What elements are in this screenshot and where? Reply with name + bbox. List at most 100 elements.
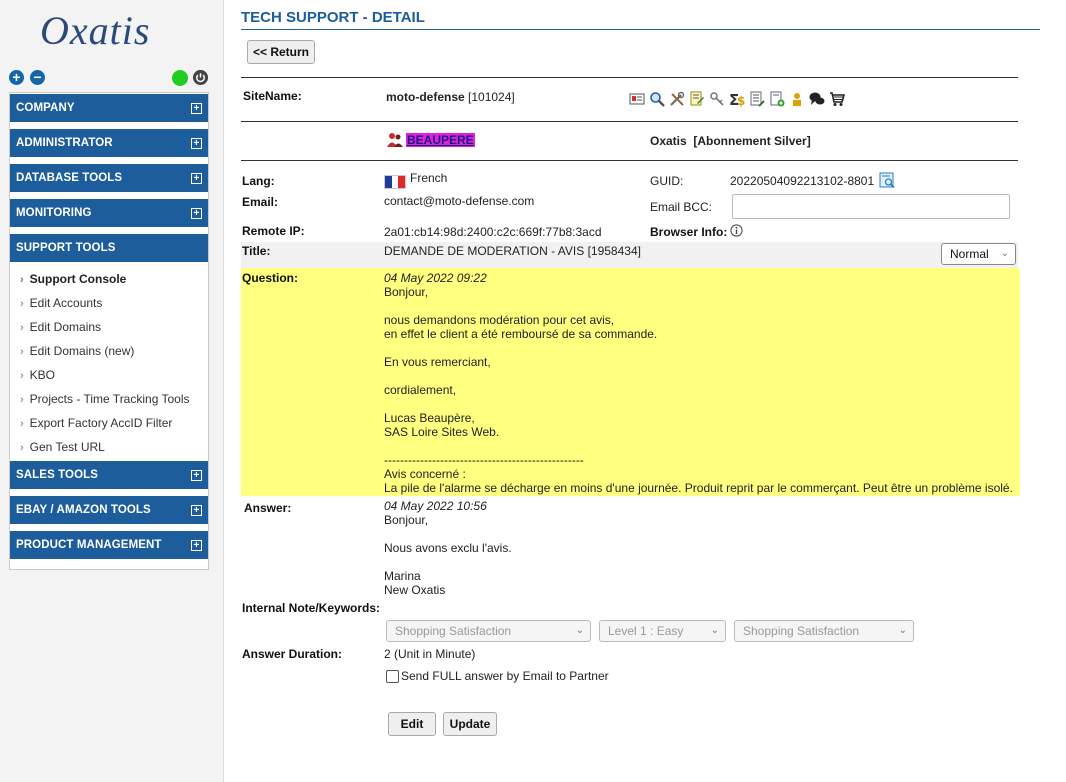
submenu-label: Projects - Time Tracking Tools: [29, 392, 190, 406]
menu-database-tools[interactable]: DATABASE TOOLS +: [10, 164, 208, 192]
menu-administrator-label: ADMINISTRATOR: [16, 137, 113, 149]
category-select[interactable]: Shopping Satisfaction ⌄: [386, 620, 591, 642]
expand-icon[interactable]: +: [191, 470, 202, 481]
power-icon[interactable]: [193, 70, 208, 85]
menu-ebay-amazon-label: EBAY / AMAZON TOOLS: [16, 504, 151, 516]
menu-monitoring[interactable]: MONITORING +: [10, 199, 208, 227]
contact-card-icon[interactable]: [629, 91, 645, 107]
question-label: Question:: [242, 271, 298, 285]
submenu-gen-test-url[interactable]: › Gen Test URL: [20, 439, 105, 455]
lang-label: Lang:: [242, 174, 275, 188]
menu-company[interactable]: COMPANY +: [10, 94, 208, 122]
user-award-icon[interactable]: [789, 91, 805, 107]
info-icon[interactable]: [730, 224, 743, 237]
question-line: Lucas Beaupère,: [384, 411, 475, 425]
chevron-down-icon: ⌄: [575, 625, 584, 636]
question-date: 04 May 2022 09:22: [384, 271, 487, 285]
priority-value: Normal: [950, 247, 989, 261]
subcategory-select[interactable]: Shopping Satisfaction ⌄: [734, 620, 914, 642]
sidebar-menu: COMPANY + ADMINISTRATOR + DATABASE TOOLS + …: [9, 92, 209, 570]
level-select[interactable]: Level 1 : Easy ⌄: [599, 620, 726, 642]
menu-sales-tools-label: SALES TOOLS: [16, 469, 99, 481]
title-label: Title:: [242, 244, 271, 258]
divider: [241, 160, 1018, 161]
submenu-support-console[interactable]: › Support Console: [20, 271, 126, 287]
submenu-projects[interactable]: › Projects - Time Tracking Tools: [20, 391, 190, 407]
sidebar: Oxatis + − COMPANY + ADMINISTRATOR + DATAB…: [0, 0, 224, 782]
document-add-icon[interactable]: [769, 91, 785, 107]
subcategory-value: Shopping Satisfaction: [743, 624, 860, 638]
submenu-label: Edit Domains: [29, 320, 102, 334]
sum-dollar-icon[interactable]: Σ$: [729, 91, 745, 107]
email-label: Email:: [242, 195, 279, 209]
browser-info-label: Browser Info:: [650, 225, 728, 239]
key-search-icon[interactable]: [709, 91, 725, 107]
logo-text: Oxatis: [40, 8, 150, 53]
question-line: en effet le client a été remboursé de sa…: [384, 327, 658, 341]
guid-value: 20220504092213102-8801: [730, 174, 875, 188]
return-button[interactable]: << Return: [247, 40, 315, 64]
menu-database-tools-label: DATABASE TOOLS: [16, 172, 123, 184]
menu-ebay-amazon[interactable]: EBAY / AMAZON TOOLS +: [10, 496, 208, 524]
expand-icon[interactable]: +: [191, 505, 202, 516]
expand-icon[interactable]: +: [191, 208, 202, 219]
guid-label: GUID:: [650, 174, 684, 188]
company-name: Oxatis: [650, 134, 687, 148]
divider: [241, 77, 1018, 78]
answer-duration-value: 2 (Unit in Minute): [384, 647, 476, 661]
edit-button[interactable]: Edit: [388, 712, 436, 736]
submenu-edit-accounts[interactable]: › Edit Accounts: [20, 295, 102, 311]
document-list-icon[interactable]: [749, 91, 765, 107]
expand-icon[interactable]: +: [191, 138, 202, 149]
menu-company-label: COMPANY: [16, 102, 75, 114]
submenu-edit-domains[interactable]: › Edit Domains: [20, 319, 101, 335]
chevron-right-icon: ›: [20, 298, 24, 310]
menu-support-tools[interactable]: SUPPORT TOOLS: [10, 234, 208, 262]
priority-select[interactable]: Normal ⌄: [941, 243, 1016, 265]
send-full-answer-label: Send FULL answer by Email to Partner: [401, 669, 609, 683]
chevron-right-icon: ›: [20, 322, 24, 334]
submenu-label: Support Console: [29, 272, 127, 286]
document-edit-icon[interactable]: [689, 91, 705, 107]
menu-product-management-label: PRODUCT MANAGEMENT: [16, 539, 162, 551]
cart-icon[interactable]: [829, 91, 845, 107]
submenu-export-factory[interactable]: › Export Factory AccID Filter: [20, 415, 172, 431]
lang-value: French: [410, 171, 448, 185]
guid-details-icon[interactable]: [879, 172, 896, 189]
sitename-label: SiteName:: [243, 89, 302, 103]
menu-administrator[interactable]: ADMINISTRATOR +: [10, 129, 208, 157]
menu-monitoring-label: MONITORING: [16, 207, 92, 219]
chevron-right-icon: ›: [20, 370, 24, 382]
collapse-all-icon[interactable]: −: [30, 70, 45, 85]
question-section: [241, 268, 1020, 496]
chevron-right-icon: ›: [20, 442, 24, 454]
expand-all-icon[interactable]: +: [9, 70, 24, 85]
send-full-answer-checkbox[interactable]: [386, 670, 399, 683]
remote-ip-value: 2a01:cb14:98d:2400:c2c:669f:77b8:3acd: [384, 225, 602, 239]
expand-icon[interactable]: +: [191, 103, 202, 114]
internal-note-label: Internal Note/Keywords:: [242, 601, 381, 615]
search-icon[interactable]: [649, 91, 665, 107]
submenu-kbo[interactable]: › KBO: [20, 367, 55, 383]
divider: [241, 121, 1018, 122]
submenu-label: Edit Domains (new): [29, 344, 135, 358]
email-value: contact@moto-defense.com: [384, 194, 535, 208]
submenu-edit-domains-new[interactable]: › Edit Domains (new): [20, 343, 134, 359]
oxatis-logo[interactable]: Oxatis: [38, 8, 183, 56]
submenu-label: KBO: [29, 368, 56, 382]
submenu-label: Export Factory AccID Filter: [29, 416, 173, 430]
title-value: DEMANDE DE MODERATION - AVIS [1958434]: [384, 244, 641, 258]
expand-icon[interactable]: +: [191, 540, 202, 551]
menu-support-tools-label: SUPPORT TOOLS: [16, 242, 116, 254]
submenu-label: Edit Accounts: [29, 296, 103, 310]
tools-icon[interactable]: [669, 91, 685, 107]
menu-product-management[interactable]: PRODUCT MANAGEMENT +: [10, 531, 208, 559]
status-online-icon: [172, 70, 188, 86]
question-line: Bonjour,: [384, 285, 429, 299]
update-button[interactable]: Update: [443, 712, 497, 736]
email-bcc-input[interactable]: [732, 194, 1010, 219]
chat-icon[interactable]: [809, 91, 825, 107]
account-name-link[interactable]: BEAUPERE: [406, 133, 475, 147]
menu-sales-tools[interactable]: SALES TOOLS +: [10, 461, 208, 489]
expand-icon[interactable]: +: [191, 173, 202, 184]
